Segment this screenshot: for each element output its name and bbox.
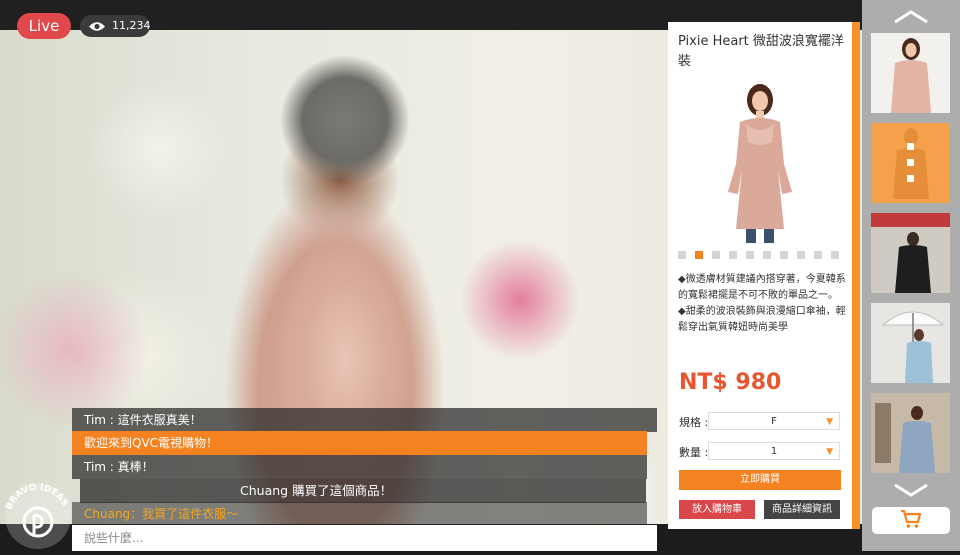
chat-purchase-notice: Chuang 購買了這個商品！ (80, 479, 646, 503)
thumbnail-item[interactable] (871, 213, 950, 293)
gallery-dot[interactable] (780, 251, 788, 259)
gallery-dot[interactable] (712, 251, 720, 259)
chat-scrollbar[interactable] (647, 470, 653, 524)
gallery-dot[interactable] (678, 251, 686, 259)
chevron-up-icon[interactable] (891, 6, 931, 26)
spec-label: 規格 : (679, 416, 709, 429)
panel-accent-bar (852, 22, 860, 529)
spec-select[interactable]: F ▼ (708, 412, 840, 430)
product-title: Pixie Heart 微甜波浪寬襬洋裝 (678, 34, 844, 69)
product-price: NT$ 980 (679, 370, 782, 395)
viewer-count: 11,234 (80, 15, 151, 37)
shopping-cart-button[interactable] (872, 507, 950, 534)
spec-value: F (771, 416, 777, 427)
quantity-value: 1 (770, 446, 778, 457)
buy-now-button[interactable]: 立即購買 (679, 470, 841, 490)
thumbnail-item[interactable] (871, 303, 950, 383)
cart-icon (901, 509, 922, 528)
description-line: ◆甜柔的波浪裝飾與浪漫縮口傘袖，輕鬆穿出氣質韓妞時尚美學 (678, 306, 846, 333)
gallery-dot[interactable] (814, 251, 822, 259)
product-image[interactable] (718, 84, 798, 248)
gallery-dot[interactable] (746, 251, 754, 259)
add-to-cart-button[interactable]: 放入購物車 (679, 500, 755, 519)
thumbnail-item[interactable] (871, 33, 950, 113)
gallery-dot[interactable] (831, 251, 839, 259)
product-description: ◆微透膚材質建議內搭穿著，今夏韓系的寬鬆裙擺是不可不敗的單品之一。 ◆甜柔的波浪… (678, 272, 848, 336)
chat-message: Tim : 這件衣服真美！ (72, 408, 657, 432)
chat-message-gold: Chuang：我買了這件衣服～ (72, 502, 647, 526)
thumbnail-item-active[interactable] (871, 123, 950, 203)
chevron-down-icon[interactable] (891, 480, 931, 500)
live-badge: Live (17, 13, 71, 39)
viewer-count-value: 11,234 (112, 19, 151, 32)
gallery-dot[interactable] (729, 251, 737, 259)
product-details-button[interactable]: 商品詳細資訊 (764, 500, 840, 519)
description-line: ◆微透膚材質建議內搭穿著，今夏韓系的寬鬆裙擺是不可不敗的單品之一。 (678, 274, 846, 301)
quantity-select[interactable]: 1 ▼ (708, 442, 840, 460)
brand-logo: BRAVO IDEAS (0, 478, 80, 551)
gallery-dots (678, 251, 848, 259)
gallery-dot[interactable] (763, 251, 771, 259)
chat-message: Tim : 真棒！ (72, 455, 647, 479)
eye-icon (89, 22, 105, 31)
caret-down-icon: ▼ (826, 417, 833, 427)
quantity-label: 數量 : (679, 446, 709, 459)
thumbnail-item[interactable] (871, 393, 950, 473)
chat-message-welcome: 歡迎來到QVC電視購物！ (72, 431, 647, 455)
chat-input[interactable] (72, 525, 657, 551)
caret-down-icon: ▼ (826, 447, 833, 457)
gallery-dot-active[interactable] (695, 251, 703, 259)
gallery-dot[interactable] (797, 251, 805, 259)
